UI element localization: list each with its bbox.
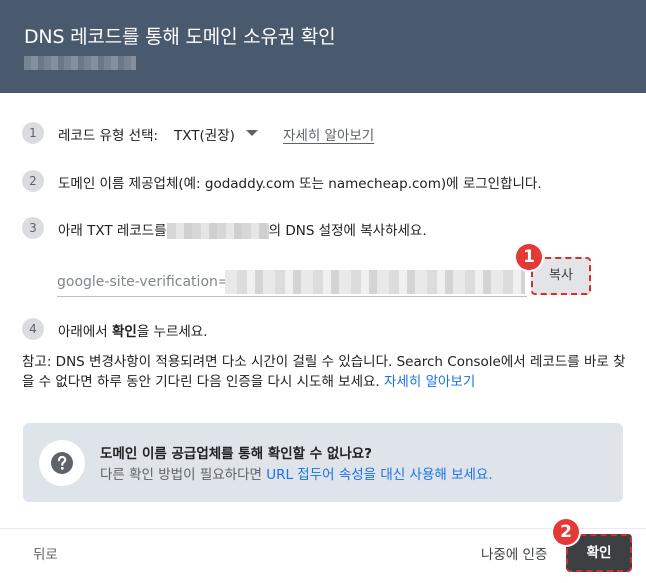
txt-record-field[interactable]: google-site-verification= xyxy=(57,268,527,297)
info-description: 다른 확인 방법이 필요하다면 URL 접두어 속성을 대신 사용해 보세요. xyxy=(100,463,493,483)
step-number: 3 xyxy=(22,217,44,239)
help-icon xyxy=(39,440,85,486)
note-text: 참고: DNS 변경사항이 적용되려면 다소 시간이 걸릴 수 있습니다. Se… xyxy=(22,352,627,392)
dialog-title: DNS 레코드를 통해 도메인 소유권 확인 xyxy=(24,26,336,48)
info-box: 도메인 이름 공급업체를 통해 확인할 수 없나요? 다른 확인 방법이 필요하… xyxy=(23,423,623,502)
redacted-verification-code xyxy=(225,270,525,294)
step-text-after: 의 DNS 설정에 복사하세요. xyxy=(268,223,427,239)
question-mark-icon xyxy=(51,452,73,474)
note-body: 참고: DNS 변경사항이 적용되려면 다소 시간이 걸릴 수 있습니다. Se… xyxy=(22,354,626,390)
info-desc-text: 다른 확인 방법이 필요하다면 xyxy=(100,467,267,483)
learn-more-link[interactable]: 자세히 알아보기 xyxy=(384,374,475,390)
redacted-domain xyxy=(24,56,136,70)
record-type-select[interactable]: TXT(권장) xyxy=(174,124,235,144)
step-text: 도메인 이름 제공업체(예: godaddy.com 또는 namecheap.… xyxy=(58,176,542,192)
dialog-header: DNS 레코드를 통해 도메인 소유권 확인 xyxy=(0,0,646,93)
url-prefix-link[interactable]: URL 접두어 속성을 대신 사용해 보세요. xyxy=(266,467,492,483)
step-text-before: 아래에서 xyxy=(58,324,112,340)
callout-badge-1: 1 xyxy=(516,244,542,270)
step-text-after: 을 누르세요. xyxy=(136,324,208,340)
step-number: 1 xyxy=(22,122,44,144)
footer-divider xyxy=(0,528,646,529)
step-text: 아래 TXT 레코드를 의 DNS 설정에 복사하세요. xyxy=(58,219,427,239)
callout-badge-2: 2 xyxy=(553,519,579,545)
record-type-label: 레코드 유형 선택: xyxy=(58,128,159,144)
txt-record-prefix: google-site-verification= xyxy=(57,274,230,290)
back-button[interactable]: 뒤로 xyxy=(33,543,58,563)
verify-later-button[interactable]: 나중에 인증 xyxy=(481,543,547,563)
step-text: 아래에서 확인을 누르세요. xyxy=(58,320,208,340)
info-title: 도메인 이름 공급업체를 통해 확인할 수 없나요? xyxy=(100,446,373,462)
step-number: 4 xyxy=(22,318,44,340)
chevron-down-icon[interactable] xyxy=(246,130,258,136)
redacted-domain xyxy=(166,223,269,239)
learn-more-link[interactable]: 자세히 알아보기 xyxy=(283,124,374,144)
step-text-bold: 확인 xyxy=(111,324,137,340)
step-text-before: 아래 TXT 레코드를 xyxy=(58,223,167,239)
step-number: 2 xyxy=(22,170,44,192)
